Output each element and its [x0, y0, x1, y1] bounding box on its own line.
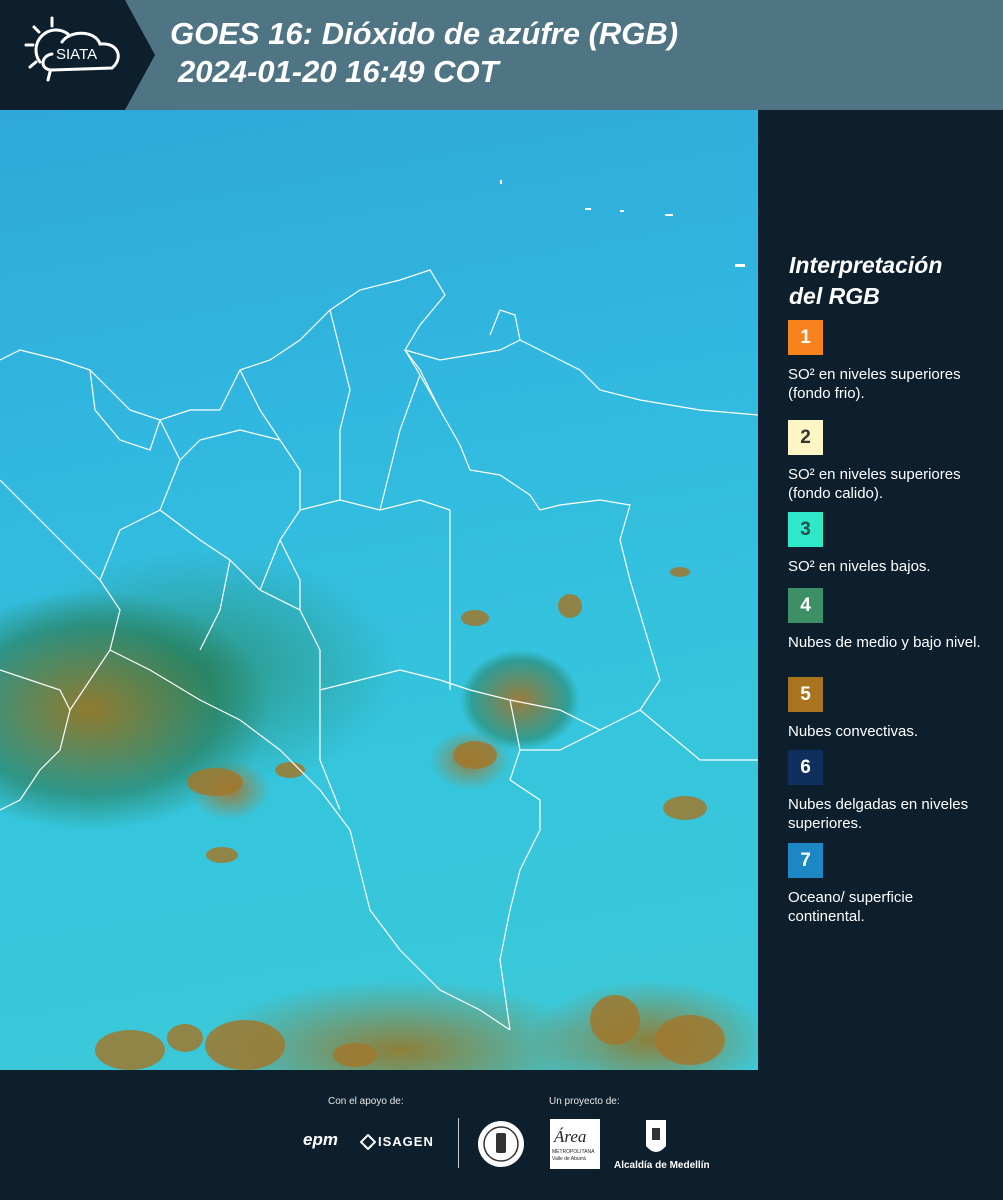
legend-swatch: 5 [788, 677, 823, 712]
legend-item: 5 Nubes convectivas. [788, 677, 988, 741]
footer-divider [458, 1118, 459, 1168]
legend-item: 6 Nubes delgadas en niveles superiores. [788, 750, 988, 833]
svg-text:SIATA: SIATA [56, 46, 97, 63]
legend-label: SO² en niveles superiores (fondo frio). [788, 366, 961, 402]
isagen-icon [360, 1134, 376, 1150]
project-label: Un proyecto de: [549, 1096, 620, 1107]
satellite-map [0, 110, 758, 1070]
country-borders [0, 180, 758, 1070]
area-metropolitana-logo: Área METROPOLITANA Valle de Aburrá [550, 1119, 600, 1169]
footer: Con el apoyo de: Un proyecto de: epm ISA… [0, 1070, 1003, 1200]
legend-label: SO² en niveles superiores (fondo calido)… [788, 466, 961, 502]
header-bar: SIATA GOES 16: Dióxido de azúfre (RGB) 2… [0, 0, 1003, 110]
medellin-seal-icon [476, 1119, 526, 1169]
page-title: GOES 16: Dióxido de azúfre (RGB) [170, 16, 679, 51]
legend-item: 2 SO² en niveles superiores (fondo calido… [788, 420, 988, 503]
alcaldia-label: Alcaldía de Medellín [614, 1160, 710, 1171]
rgb-legend: Interpretación del RGB 1 SO² en niveles s… [758, 110, 1003, 1070]
legend-item: 4 Nubes de medio y bajo nivel. [788, 588, 988, 652]
legend-label: Oceano/ superficie continental. [788, 889, 914, 925]
legend-label: Nubes de medio y bajo nivel. [788, 634, 981, 651]
legend-label: Nubes delgadas en niveles superiores. [788, 796, 969, 832]
legend-item: 1 SO² en niveles superiores (fondo frio). [788, 320, 988, 403]
legend-swatch: 2 [788, 420, 823, 455]
legend-label: SO² en niveles bajos. [788, 558, 931, 575]
siata-logo: SIATA [0, 0, 155, 110]
alcaldia-shield-icon [644, 1118, 668, 1158]
legend-swatch: 1 [788, 320, 823, 355]
support-label: Con el apoyo de: [328, 1096, 404, 1107]
legend-title: Interpretación del RGB [789, 252, 943, 309]
timestamp: 2024-01-20 16:49 COT [178, 54, 499, 89]
legend-label: Nubes convectivas. [788, 723, 919, 740]
legend-item: 3 SO² en niveles bajos. [788, 512, 988, 576]
legend-swatch: 6 [788, 750, 823, 785]
epm-logo: epm [303, 1130, 338, 1149]
legend-item: 7 Oceano/ superficie continental. [788, 843, 988, 926]
legend-swatch: 4 [788, 588, 823, 623]
legend-swatch: 7 [788, 843, 823, 878]
legend-swatch: 3 [788, 512, 823, 547]
